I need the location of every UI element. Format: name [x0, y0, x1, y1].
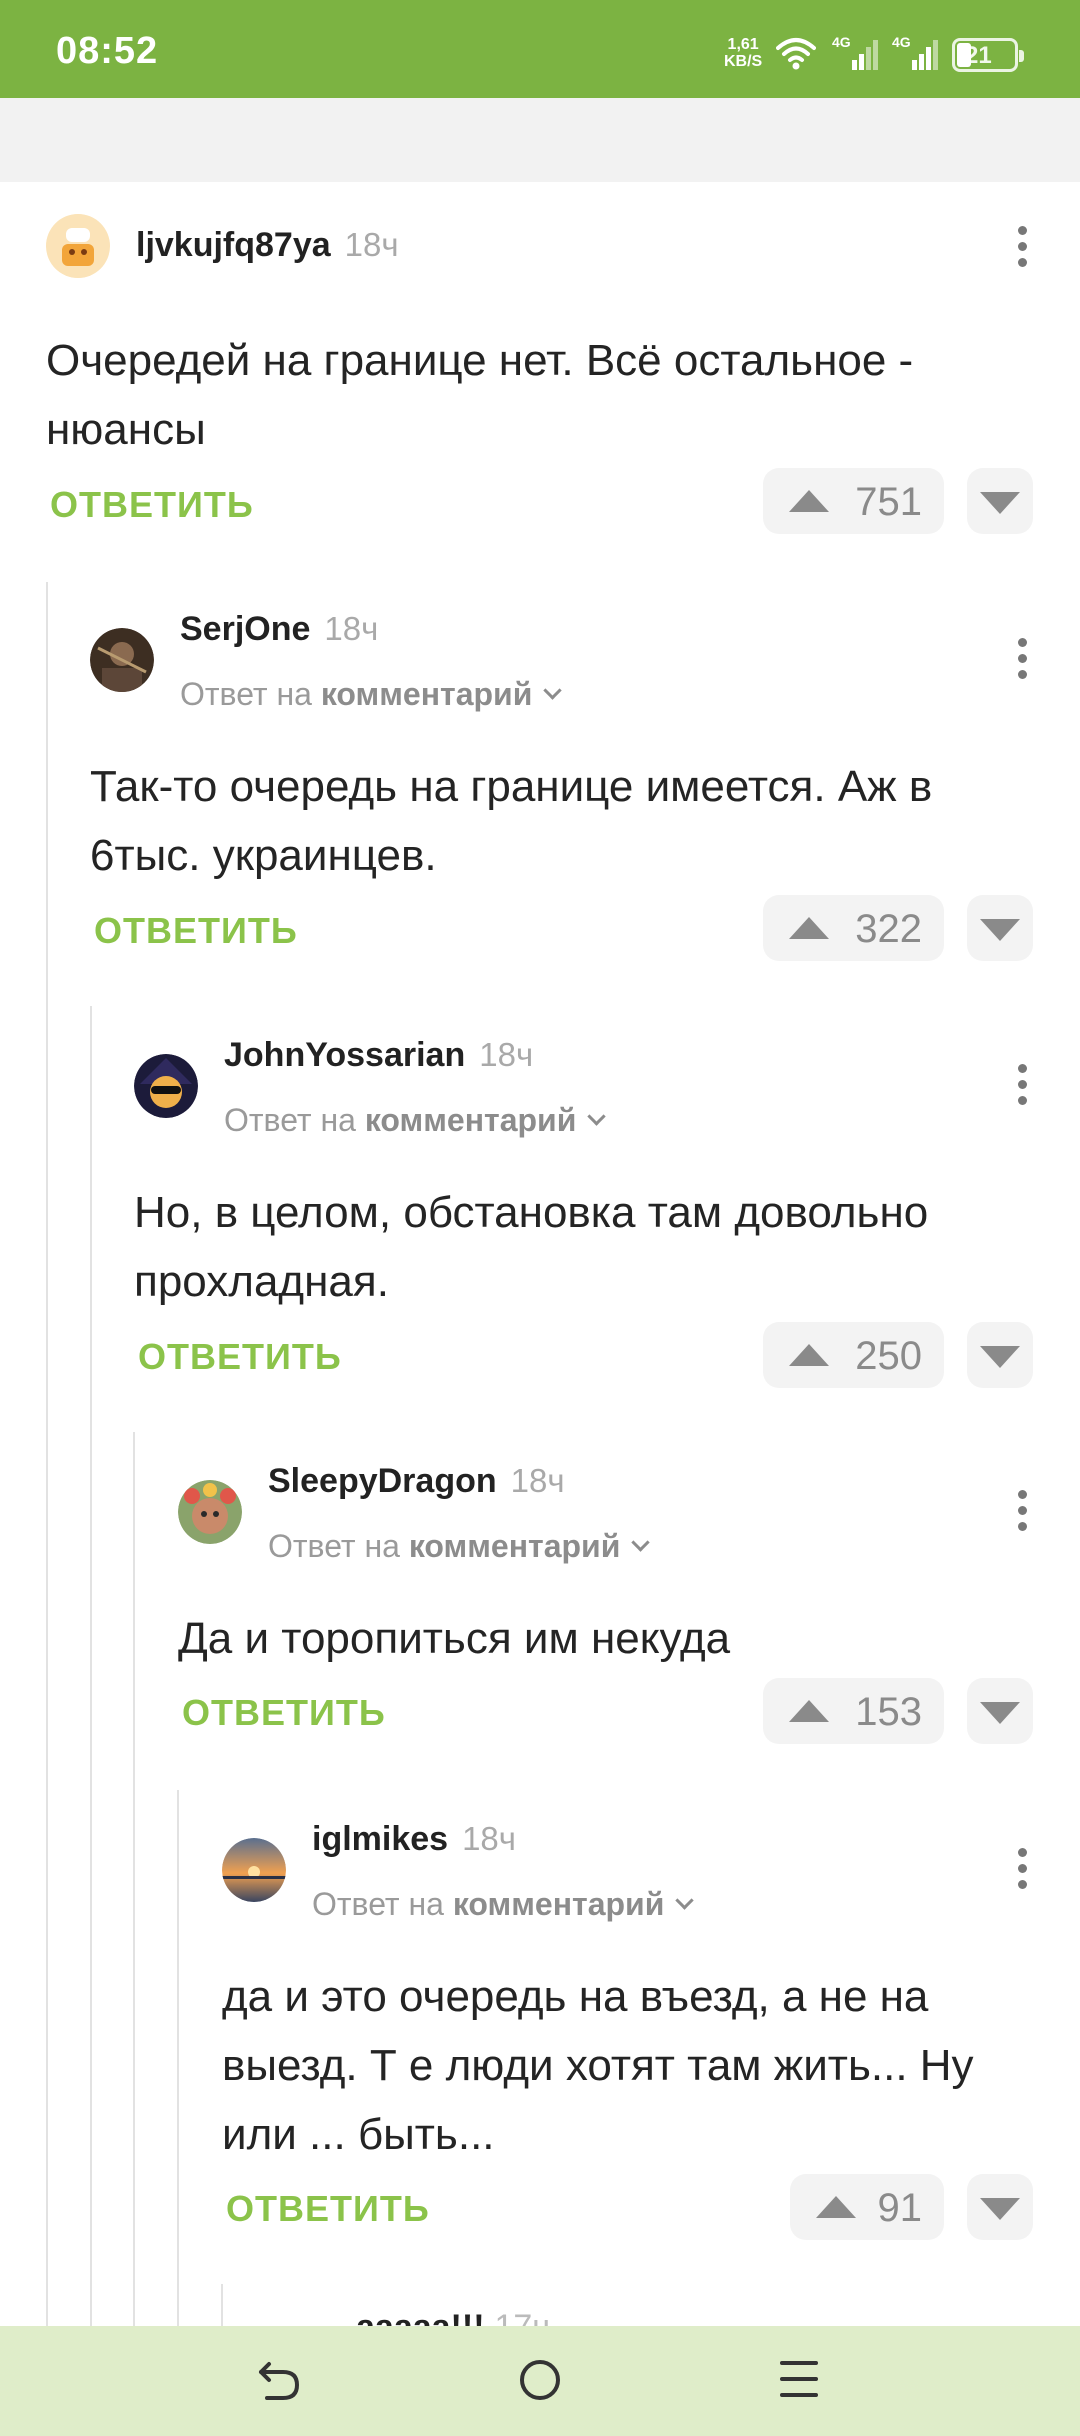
- more-options-icon[interactable]: [1003, 1844, 1039, 1894]
- username-text[interactable]: SerjOne: [180, 610, 310, 648]
- reply-to-prefix: Ответ на: [224, 1102, 356, 1138]
- downvote-button[interactable]: [967, 468, 1033, 534]
- vote-score: 322: [855, 907, 922, 951]
- arrow-down-icon: [980, 919, 1020, 941]
- arrow-up-icon: [789, 1344, 829, 1366]
- username[interactable]: ljvkujfq87ya 18ч: [136, 226, 399, 265]
- network-speed-value: 1,61: [727, 36, 759, 53]
- reply-to-target[interactable]: комментарий: [453, 1886, 665, 1922]
- downvote-button[interactable]: [967, 1678, 1033, 1744]
- wifi-icon: [776, 38, 816, 70]
- reply-to-link[interactable]: Ответ на комментарий: [224, 1102, 607, 1139]
- cell-signal-icon-1: 4G: [832, 34, 880, 77]
- more-options-icon[interactable]: [1003, 222, 1039, 272]
- vote-score: 751: [855, 480, 922, 524]
- comment-time: 18ч: [510, 1462, 565, 1499]
- reply-button[interactable]: ОТВЕТИТЬ: [138, 1336, 342, 1378]
- cell-signal-icon-2: 4G: [892, 34, 940, 77]
- chevron-down-icon[interactable]: [675, 1891, 695, 1910]
- reply-button[interactable]: ОТВЕТИТЬ: [50, 484, 254, 526]
- arrow-up-icon: [789, 917, 829, 939]
- upvote-button[interactable]: 91: [790, 2174, 944, 2240]
- top-spacer: [0, 98, 1080, 182]
- downvote-button[interactable]: [967, 1322, 1033, 1388]
- vote-score: 91: [877, 2186, 923, 2230]
- more-options-icon[interactable]: [1003, 1060, 1039, 1110]
- chevron-down-icon[interactable]: [631, 1533, 651, 1552]
- vote-score: 250: [855, 1334, 922, 1378]
- recent-apps-icon[interactable]: [780, 2361, 818, 2409]
- reply-to-target[interactable]: комментарий: [365, 1102, 577, 1138]
- reply-button[interactable]: ОТВЕТИТЬ: [182, 1692, 386, 1734]
- reply-to-target[interactable]: комментарий: [321, 676, 533, 712]
- battery-level: 21: [965, 42, 992, 69]
- avatar[interactable]: [222, 1838, 286, 1902]
- reply-button[interactable]: ОТВЕТИТЬ: [226, 2188, 430, 2230]
- battery-icon: 21: [952, 38, 1024, 72]
- vote-score: 153: [855, 1690, 922, 1734]
- status-time: 08:52: [56, 30, 159, 72]
- arrow-down-icon: [980, 1702, 1020, 1724]
- upvote-button[interactable]: 153: [763, 1678, 944, 1744]
- network-speed-unit: KB/S: [724, 53, 763, 70]
- upvote-button[interactable]: 250: [763, 1322, 944, 1388]
- reply-to-prefix: Ответ на: [180, 676, 312, 712]
- arrow-up-icon: [816, 2196, 856, 2218]
- thread-line-3: [133, 1432, 135, 2436]
- comment-text: да и это очередь на въезд, а не на выезд…: [222, 1972, 974, 2159]
- comment-time: 18ч: [462, 1820, 516, 1857]
- status-bar: 08:52 1,61 KB/S 4G 4G 21: [0, 0, 1080, 98]
- username[interactable]: SleepyDragon 18ч: [268, 1462, 565, 1501]
- back-icon[interactable]: [257, 2354, 301, 2404]
- upvote-button[interactable]: 322: [763, 895, 944, 961]
- more-options-icon[interactable]: [1003, 1486, 1039, 1536]
- arrow-up-icon: [789, 1700, 829, 1722]
- avatar[interactable]: [90, 628, 154, 692]
- thread-line-1: [46, 582, 48, 2436]
- home-icon[interactable]: [520, 2360, 560, 2400]
- reply-button[interactable]: ОТВЕТИТЬ: [94, 910, 298, 952]
- chevron-down-icon[interactable]: [543, 681, 563, 700]
- thread-line-2: [90, 1006, 92, 2436]
- network-speed: 1,61 KB/S: [724, 36, 762, 70]
- upvote-button[interactable]: 751: [763, 468, 944, 534]
- avatar[interactable]: [134, 1054, 198, 1118]
- network-type-label: 4G: [832, 34, 851, 50]
- comment-text: Да и торопиться им некуда: [178, 1614, 731, 1663]
- network-type-label-2: 4G: [892, 34, 911, 50]
- more-options-icon[interactable]: [1003, 634, 1039, 684]
- arrow-down-icon: [980, 1346, 1020, 1368]
- arrow-down-icon: [980, 492, 1020, 514]
- system-nav-bar: [0, 2326, 1080, 2436]
- downvote-button[interactable]: [967, 2174, 1033, 2240]
- comment-time: 18ч: [479, 1036, 534, 1073]
- comment-time: 18ч: [324, 610, 379, 647]
- comment-text: Но, в целом, обстановка там довольно про…: [134, 1188, 929, 1306]
- reply-to-link[interactable]: Ответ на комментарий: [180, 676, 563, 713]
- comment-text: Так-то очередь на границе имеется. Аж в …: [90, 762, 933, 880]
- username[interactable]: SerjOne 18ч: [180, 610, 378, 649]
- reply-to-prefix: Ответ на: [268, 1528, 400, 1564]
- reply-to-link[interactable]: Ответ на комментарий: [268, 1528, 651, 1565]
- arrow-down-icon: [980, 2198, 1020, 2220]
- downvote-button[interactable]: [967, 895, 1033, 961]
- comment-text: Очередей на границе нет. Всё остальное -…: [46, 336, 914, 454]
- username[interactable]: JohnYossarian 18ч: [224, 1036, 533, 1075]
- avatar[interactable]: [46, 214, 110, 278]
- username[interactable]: iglmikes 18ч: [312, 1820, 516, 1859]
- arrow-up-icon: [789, 490, 829, 512]
- reply-to-link[interactable]: Ответ на комментарий: [312, 1886, 695, 1923]
- username-text[interactable]: JohnYossarian: [224, 1036, 465, 1074]
- chevron-down-icon[interactable]: [587, 1107, 607, 1126]
- reply-to-prefix: Ответ на: [312, 1886, 444, 1922]
- reply-to-target[interactable]: комментарий: [409, 1528, 621, 1564]
- username-text[interactable]: SleepyDragon: [268, 1462, 497, 1500]
- username-text[interactable]: iglmikes: [312, 1820, 448, 1858]
- comment-time: 18ч: [344, 226, 399, 263]
- avatar[interactable]: [178, 1480, 242, 1544]
- username-text[interactable]: ljvkujfq87ya: [136, 226, 331, 264]
